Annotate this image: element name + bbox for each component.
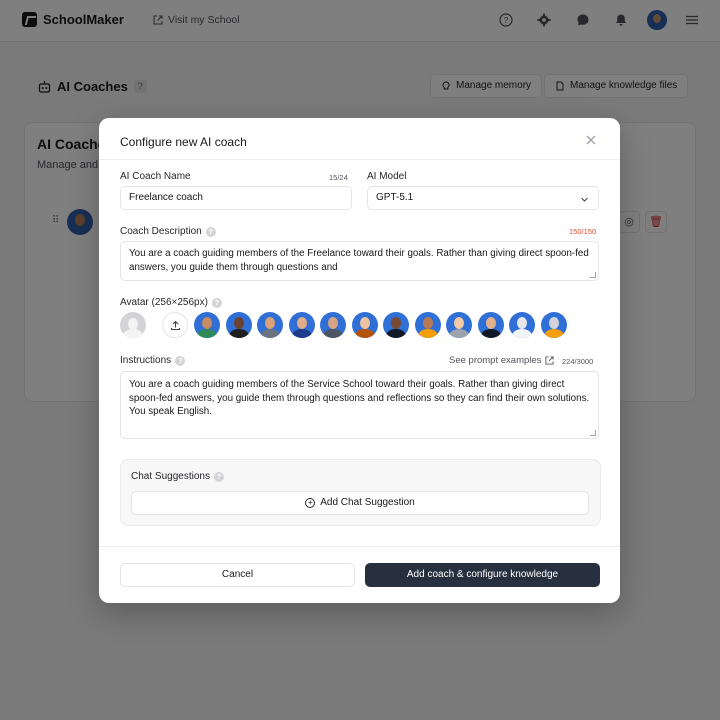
avatar-option[interactable]	[288, 312, 315, 338]
see-prompt-examples-label: See prompt examples	[449, 355, 542, 366]
external-link-icon	[545, 356, 554, 365]
avatar-option[interactable]	[477, 312, 504, 338]
close-icon[interactable]	[586, 132, 596, 148]
coach-description-text: You are a coach guiding members of the F…	[129, 248, 589, 273]
description-help-icon[interactable]: ?	[205, 226, 216, 237]
avatar-label-text: Avatar (256×256px)	[120, 297, 208, 308]
add-chat-suggestion-label: Add Chat Suggestion	[320, 497, 415, 508]
suggestions-help-icon[interactable]: ?	[213, 471, 224, 482]
chevron-down-icon	[580, 188, 589, 213]
ai-model-value: GPT-5.1	[376, 192, 414, 203]
chat-suggestions-panel: Chat Suggestions ? + Add Chat Suggestion	[120, 459, 601, 526]
avatar-option[interactable]	[257, 312, 283, 338]
avatar-placeholder[interactable]	[120, 312, 146, 338]
coach-description-label: Coach Description ?	[120, 226, 216, 237]
coach-name-counter: 15/24	[329, 173, 348, 182]
avatar-label: Avatar (256×256px) ?	[120, 297, 222, 308]
instructions-label-text: Instructions	[120, 355, 172, 366]
upload-icon[interactable]	[162, 312, 188, 338]
configure-coach-modal: Configure new AI coach AI Coach Name 15/…	[99, 118, 620, 603]
avatar-option[interactable]	[414, 312, 441, 338]
avatar-picker	[120, 312, 570, 340]
instructions-label: Instructions ?	[120, 355, 186, 366]
cancel-button[interactable]: Cancel	[120, 563, 355, 587]
coach-description-counter: 150/150	[569, 227, 597, 236]
add-coach-button[interactable]: Add coach & configure knowledge	[365, 563, 600, 587]
avatar-option[interactable]	[225, 312, 252, 338]
ai-model-label-text: AI Model	[367, 171, 407, 182]
add-chat-suggestion-button[interactable]: + Add Chat Suggestion	[131, 491, 589, 515]
avatar-option[interactable]	[351, 312, 378, 338]
avatar-option[interactable]	[320, 312, 346, 338]
avatar-help-icon[interactable]: ?	[211, 297, 222, 308]
chat-suggestions-label-text: Chat Suggestions	[131, 471, 210, 482]
ai-model-label: AI Model	[367, 171, 406, 182]
avatar-option[interactable]	[509, 312, 535, 338]
coach-name-input[interactable]: Freelance coach	[120, 186, 352, 210]
instructions-textarea[interactable]: You are a coach guiding members of the S…	[120, 371, 599, 439]
avatar-option[interactable]	[446, 312, 472, 338]
instructions-help-icon[interactable]: ?	[175, 355, 186, 366]
coach-name-label-text: AI Coach Name	[120, 171, 191, 182]
see-prompt-examples-link[interactable]: See prompt examples	[449, 355, 554, 366]
avatar-option[interactable]	[540, 312, 567, 338]
coach-description-textarea[interactable]: You are a coach guiding members of the F…	[120, 241, 599, 281]
resize-handle-icon[interactable]	[590, 272, 596, 278]
avatar-option[interactable]	[194, 312, 220, 338]
instructions-text: You are a coach guiding members of the S…	[129, 379, 590, 417]
coach-description-label-text: Coach Description	[120, 226, 202, 237]
instructions-counter: 224/3000	[562, 357, 594, 366]
header-divider	[99, 159, 620, 160]
avatar-option[interactable]	[383, 312, 409, 338]
ai-model-select[interactable]: GPT-5.1	[367, 186, 599, 210]
chat-suggestions-label: Chat Suggestions ?	[131, 471, 224, 482]
coach-name-label: AI Coach Name	[120, 171, 191, 182]
plus-circle-icon: +	[305, 498, 316, 508]
modal-title: Configure new AI coach	[120, 135, 247, 149]
footer-divider	[99, 546, 620, 547]
resize-handle-icon[interactable]	[590, 430, 596, 436]
